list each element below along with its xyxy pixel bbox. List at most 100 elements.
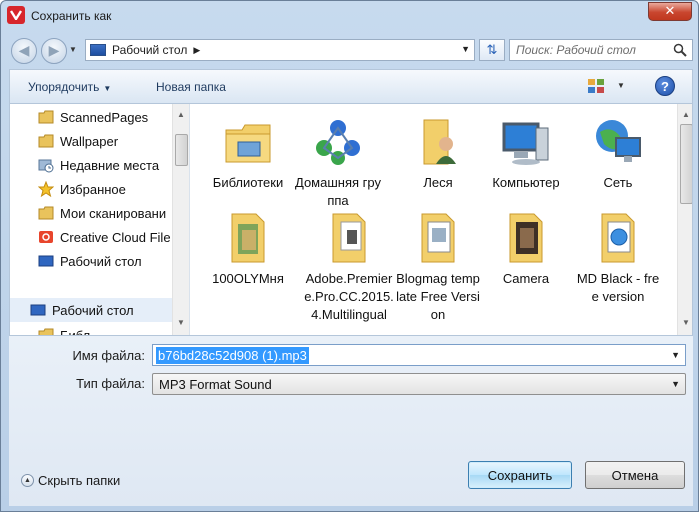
sidebar-item-desktop[interactable]: Рабочий стол <box>10 249 176 273</box>
document-folder-icon <box>410 210 466 266</box>
scroll-down-icon[interactable]: ▼ <box>682 318 690 327</box>
desktop-icon <box>90 44 106 56</box>
command-toolbar: Упорядочить ▼ Новая папка ▼ ? <box>9 69 693 104</box>
change-view-icon[interactable] <box>587 78 605 94</box>
network-icon <box>590 114 646 170</box>
camera-folder-icon <box>498 210 554 266</box>
sidebar-section-desktop[interactable]: Рабочий стол <box>10 298 172 322</box>
sidebar-item-label: Wallpaper <box>60 133 119 149</box>
view-dropdown-icon[interactable]: ▼ <box>617 81 625 90</box>
refresh-icon: ⇅ <box>486 42 498 58</box>
search-input[interactable] <box>516 42 666 58</box>
sidebar-item-label: ScannedPages <box>60 109 149 125</box>
close-button[interactable]: ✕ <box>648 2 692 21</box>
sidebar-item-creative-cloud[interactable]: Creative Cloud File <box>10 225 176 249</box>
libraries-icon <box>38 327 54 335</box>
filetype-label: Тип файла: <box>76 376 145 391</box>
sidebar-item-label: Недавние места <box>60 157 160 173</box>
help-button[interactable]: ? <box>655 76 675 96</box>
scroll-down-icon[interactable]: ▼ <box>177 318 185 327</box>
breadcrumb-desktop[interactable]: Рабочий стол <box>112 43 187 57</box>
file-item-camera[interactable]: Camera <box>483 210 569 288</box>
sidebar-scrollbar[interactable]: ▲ ▼ <box>172 104 189 335</box>
file-item-label: Домашняя группа <box>295 175 381 208</box>
sidebar-item-label: Избранное <box>60 181 126 197</box>
sidebar-item-label: Библ <box>60 327 91 336</box>
folder-icon <box>38 133 54 149</box>
back-button[interactable]: ◀ <box>11 38 37 64</box>
navigation-pane: ScannedPages Wallpaper Недавние места Из… <box>10 104 190 336</box>
hide-folders-button[interactable]: ▲ Скрыть папки <box>21 473 120 488</box>
file-item-label: Сеть <box>603 175 633 190</box>
file-item-label: MD Black - free version <box>576 271 660 304</box>
file-item-adobe-premiere[interactable]: Adobe.Premiere.Pro.CC.2015.4.Multilingua… <box>301 210 397 324</box>
scroll-up-icon[interactable]: ▲ <box>682 110 690 119</box>
file-item-label: Библиотеки <box>212 175 284 190</box>
star-icon <box>37 180 55 198</box>
save-form: Имя файла: b76bd28c52d908 (1).mp3 ▼ Тип … <box>9 336 693 506</box>
file-item-computer[interactable]: Компьютер <box>483 114 569 192</box>
file-item-network[interactable]: Сеть <box>575 114 661 192</box>
file-list-scrollbar[interactable]: ▲ ▼ <box>677 104 692 335</box>
search-icon <box>673 43 687 57</box>
refresh-button[interactable]: ⇅ <box>479 39 505 61</box>
sidebar-item-favorites[interactable]: Избранное <box>10 177 176 201</box>
file-item-md-black[interactable]: MD Black - free version <box>575 210 661 306</box>
file-item-label: 100OLYMня <box>212 271 284 286</box>
folder-icon <box>38 205 54 221</box>
sidebar-item-my-scans[interactable]: Мои сканировани <box>10 201 176 225</box>
filetype-value: MP3 Format Sound <box>159 377 272 392</box>
libraries-folder-icon <box>220 114 276 170</box>
sidebar-item-label: Creative Cloud File <box>60 229 171 245</box>
safari-folder-icon <box>590 210 646 266</box>
filename-input[interactable]: b76bd28c52d908 (1).mp3 ▼ <box>152 344 686 366</box>
forward-button[interactable]: ▶ <box>41 38 67 64</box>
chevron-up-icon: ▲ <box>21 474 34 487</box>
file-item-homegroup[interactable]: Домашняя группа <box>295 114 381 210</box>
desktop-icon <box>30 302 46 318</box>
scrollbar-thumb[interactable] <box>680 124 692 204</box>
photo-folder-icon <box>220 210 276 266</box>
arrow-right-icon: ▶ <box>48 43 60 59</box>
close-icon: ✕ <box>664 4 676 19</box>
address-dropdown-icon[interactable]: ▼ <box>461 44 470 54</box>
cancel-button[interactable]: Отмена <box>585 461 685 489</box>
scrollbar-thumb[interactable] <box>175 134 188 166</box>
chevron-down-icon[interactable]: ▼ <box>671 350 680 360</box>
folder-icon <box>38 109 54 125</box>
organize-button[interactable]: Упорядочить ▼ <box>28 80 111 94</box>
window-title: Сохранить как <box>31 9 112 23</box>
sidebar-item-wallpaper[interactable]: Wallpaper <box>10 129 176 153</box>
file-list: Библиотеки Домашняя группа Леся Компьюте… <box>191 104 692 335</box>
browser-panes: ScannedPages Wallpaper Недавние места Из… <box>9 104 693 336</box>
sidebar-item-label: Рабочий стол <box>60 253 142 269</box>
search-box[interactable] <box>509 39 693 61</box>
desktop-icon <box>38 253 54 269</box>
recent-locations-dropdown[interactable]: ▼ <box>69 45 83 57</box>
sidebar-item-scannedpages[interactable]: ScannedPages <box>10 105 176 129</box>
creative-cloud-icon <box>38 229 54 245</box>
breadcrumb-chevron-icon[interactable]: ▶ <box>193 45 200 56</box>
file-item-100olym[interactable]: 100OLYMня <box>205 210 291 288</box>
save-button[interactable]: Сохранить <box>468 461 572 489</box>
sidebar-item-libraries[interactable]: Библ <box>10 323 172 336</box>
vivaldi-app-icon <box>7 6 25 24</box>
save-as-dialog: Сохранить как ✕ ◀ ▶ ▼ Рабочий стол ▶ ▼ ⇅… <box>0 0 699 512</box>
new-folder-button[interactable]: Новая папка <box>156 80 226 94</box>
scroll-up-icon[interactable]: ▲ <box>177 110 185 119</box>
user-folder-icon <box>410 114 466 170</box>
file-item-label: Camera <box>502 271 550 286</box>
file-item-label: Леся <box>423 175 453 190</box>
arrow-left-icon: ◀ <box>18 43 30 59</box>
file-item-label: Blogmag template Free Version <box>396 271 480 322</box>
file-item-lesya[interactable]: Леся <box>395 114 481 192</box>
file-item-label: Adobe.Premiere.Pro.CC.2015.4.Multilingua… <box>304 271 394 322</box>
sidebar-item-recent-places[interactable]: Недавние места <box>10 153 176 177</box>
file-item-label: Компьютер <box>492 175 560 190</box>
address-bar[interactable]: Рабочий стол ▶ ▼ <box>85 39 475 61</box>
file-item-blogmag[interactable]: Blogmag template Free Version <box>395 210 481 324</box>
filename-value[interactable]: b76bd28c52d908 (1).mp3 <box>156 347 309 364</box>
filetype-select[interactable]: MP3 Format Sound ▼ <box>152 373 686 395</box>
chevron-down-icon[interactable]: ▼ <box>671 379 680 389</box>
file-item-libraries[interactable]: Библиотеки <box>205 114 291 192</box>
